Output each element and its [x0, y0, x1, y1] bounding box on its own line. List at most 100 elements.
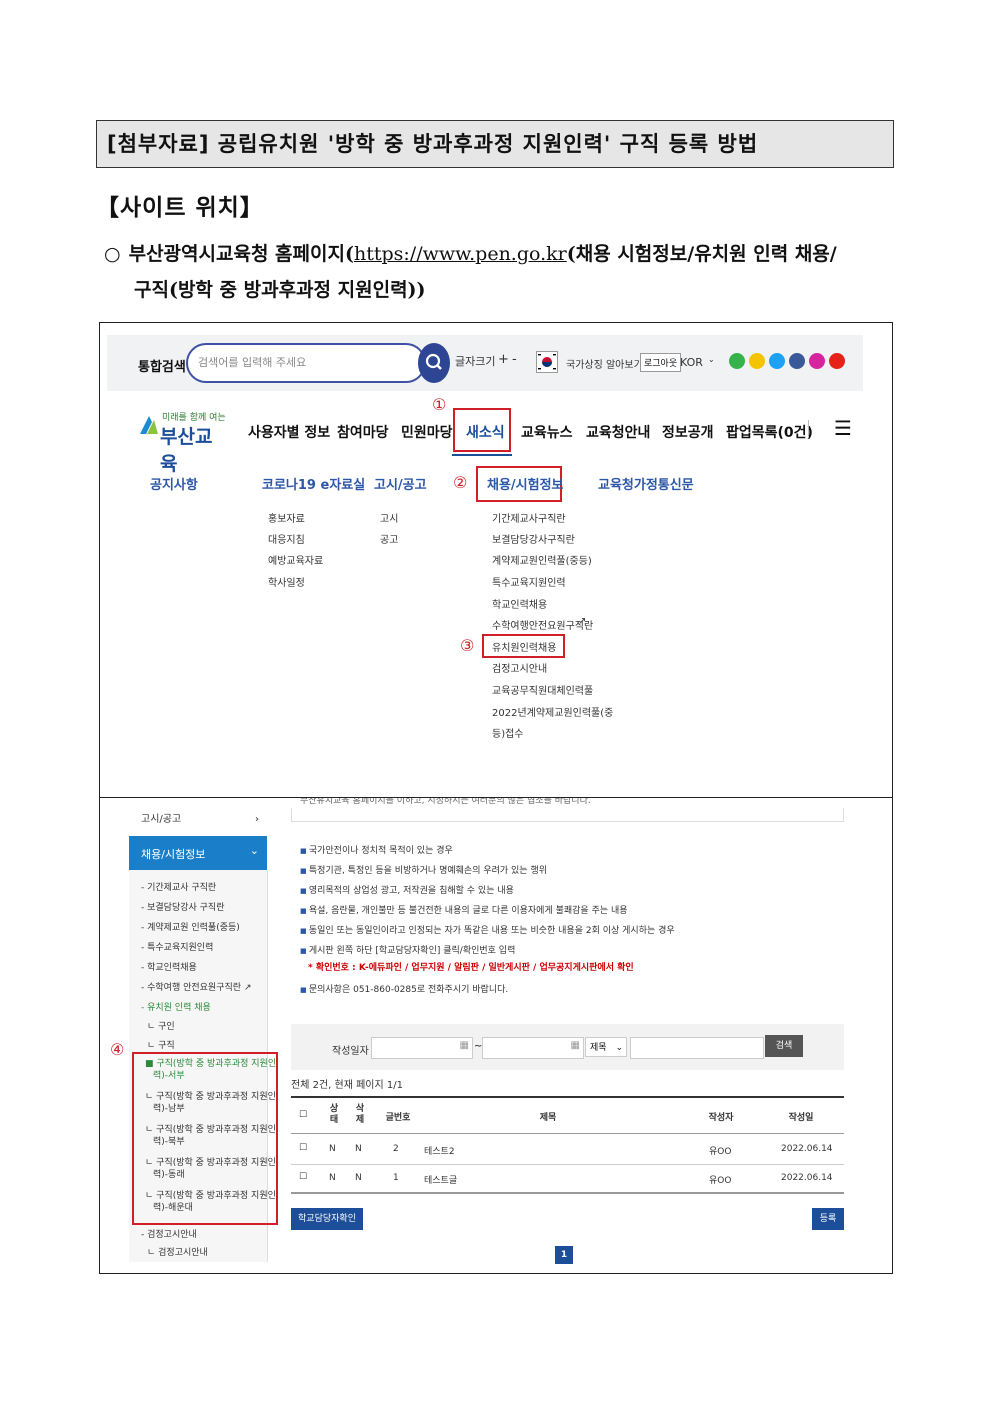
- row-checkbox[interactable]: ☐: [299, 1172, 307, 1182]
- lnav-announcement[interactable]: 고시/공고 ›: [129, 808, 267, 836]
- circle-marker: ○: [104, 243, 121, 265]
- lnav-sub-seek[interactable]: ㄴ 구직: [147, 1038, 175, 1051]
- language-select[interactable]: KOR: [680, 356, 703, 369]
- nav-participation[interactable]: 참여마당: [337, 422, 389, 442]
- nav-edu-news[interactable]: 교육뉴스: [521, 422, 573, 442]
- para-line-2: 구직(방학 중 방과후과정 지원인력)): [134, 279, 426, 301]
- lnav-item[interactable]: - 기간제교사 구직란: [141, 880, 216, 893]
- start-date-input[interactable]: ▦: [371, 1037, 473, 1059]
- corona-item[interactable]: 대응지침: [268, 531, 305, 546]
- corona-item[interactable]: 예방교육자료: [268, 552, 323, 567]
- row-title[interactable]: 테스트2: [424, 1144, 455, 1157]
- search-icon: [425, 353, 442, 370]
- nav-office-guide[interactable]: 교육청안내: [586, 422, 650, 442]
- select-all-checkbox[interactable]: ☐: [299, 1110, 307, 1120]
- submenu-recruit[interactable]: 채용/시험정보: [487, 474, 564, 493]
- submenu-newsletter[interactable]: 교육청가정통신문: [598, 474, 694, 493]
- row-writer: 유OO: [709, 1176, 732, 1186]
- highlight-news-box: [453, 408, 511, 452]
- chevron-down-icon: ⌄: [249, 844, 259, 857]
- rule-bullet: 동일인 또는 동일인이라고 인정되는 자가 똑같은 내용 또는 비슷한 내용을 …: [300, 923, 675, 936]
- row-number: 2: [393, 1144, 399, 1154]
- lnav-exam-sub[interactable]: ㄴ 검정고시안내: [147, 1245, 208, 1258]
- corona-item[interactable]: 홍보자료: [268, 510, 305, 525]
- notice-item[interactable]: 공고: [380, 531, 398, 546]
- menu-icon[interactable]: ☰: [834, 416, 852, 440]
- submenu-announcement[interactable]: 고시/공고: [374, 474, 427, 493]
- lnav-job-north[interactable]: ㄴ 구직(방학 중 방과후과정 지원인 력)-북부: [145, 1124, 276, 1148]
- table-row[interactable]: ☐ N N 2 테스트2 유OO 2022.06.14: [291, 1134, 844, 1165]
- nav-civil[interactable]: 민원마당: [401, 422, 453, 442]
- external-link-icon: ↗: [578, 616, 587, 627]
- lnav-item[interactable]: - 보결담당강사 구직란: [141, 900, 225, 913]
- calendar-icon[interactable]: ▦: [460, 1040, 469, 1051]
- rule-bullet: 영리목적의 상업성 광고, 저작권을 침해할 수 있는 내용: [300, 883, 514, 896]
- recruit-item[interactable]: 학교인력채용: [492, 596, 547, 611]
- kakao-icon[interactable]: [749, 353, 765, 369]
- recruit-item[interactable]: 특수교육지원인력: [492, 574, 566, 589]
- search-type-select[interactable]: 제목 ⌄: [585, 1037, 627, 1057]
- submenu-notice[interactable]: 공지사항: [150, 474, 198, 493]
- calendar-icon[interactable]: ▦: [571, 1040, 580, 1051]
- step-2-marker: ②: [453, 473, 468, 492]
- twitter-icon[interactable]: [769, 353, 785, 369]
- chevron-down-icon: ⌄: [615, 1043, 623, 1053]
- lnav-exam[interactable]: - 검정고시안내: [141, 1227, 197, 1240]
- lnav-item[interactable]: - 수학여행 안전요원구직란 ↗: [141, 980, 251, 993]
- lnav-job-dongrae[interactable]: ㄴ 구직(방학 중 방과후과정 지원인 력)-동래: [145, 1157, 276, 1181]
- recruit-item[interactable]: 교육공무직원대체인력풀: [492, 682, 593, 697]
- nav-popup-list[interactable]: 팝업목록(0건): [726, 422, 813, 442]
- end-date-input[interactable]: ▦: [482, 1037, 584, 1059]
- search-button[interactable]: [418, 343, 450, 383]
- row-title[interactable]: 테스트글: [424, 1173, 457, 1186]
- busan-education-logo[interactable]: 미래를 함께 여는 부산교육: [138, 410, 228, 475]
- site-link[interactable]: https://www.pen.go.kr: [354, 243, 567, 265]
- youtube-icon[interactable]: [829, 353, 845, 369]
- search-input[interactable]: 검색어를 입력해 주세요: [186, 343, 426, 383]
- recruit-item[interactable]: 검정고시안내: [492, 660, 547, 675]
- lnav-recruit-active[interactable]: 채용/시험정보 ⌄: [129, 836, 267, 870]
- search-submit-button[interactable]: 검색: [765, 1035, 803, 1057]
- corona-item[interactable]: 학사일정: [268, 574, 305, 589]
- rule-bullet: 욕설, 음란물, 개인불만 등 불건전한 내용의 글로 다른 이용자에게 불쾌감…: [300, 903, 628, 916]
- lnav-sub-hire[interactable]: ㄴ 구인: [147, 1019, 175, 1032]
- font-minus-button[interactable]: -: [512, 352, 517, 367]
- row-checkbox[interactable]: ☐: [299, 1143, 307, 1153]
- font-plus-button[interactable]: +: [498, 352, 509, 367]
- para-line-1: ○ 부산광역시교육청 홈페이지(https://www.pen.go.kr(채용 …: [104, 236, 904, 272]
- intro-paragraph: ○ 부산광역시교육청 홈페이지(https://www.pen.go.kr(채용 …: [104, 236, 904, 308]
- facebook-icon[interactable]: [789, 353, 805, 369]
- recruit-item[interactable]: 보결담당강사구직란: [492, 531, 575, 546]
- document-title: [첨부자료] 공립유치원 '방학 중 방과후과정 지원인력' 구직 등록 방법: [96, 120, 894, 168]
- register-button[interactable]: 등록: [812, 1208, 844, 1230]
- lnav-job-haeundae[interactable]: ㄴ 구직(방학 중 방과후과정 지원인 력)-해운대: [145, 1190, 276, 1214]
- recruit-item[interactable]: 기간제교사구직란: [492, 510, 566, 525]
- lnav-kindergarten[interactable]: - 유치원 인력 채용: [141, 1000, 211, 1013]
- nav-disclosure[interactable]: 정보공개: [662, 422, 714, 442]
- active-nav-underline: [452, 454, 512, 456]
- school-manager-confirm-button[interactable]: 학교담당자확인: [291, 1208, 363, 1230]
- recruit-item[interactable]: 계약제교원인력풀(중등): [492, 552, 592, 567]
- instagram-icon[interactable]: [809, 353, 825, 369]
- col-status: 상 태: [329, 1104, 339, 1125]
- recruit-item-kindergarten[interactable]: 유치원인력채용: [492, 639, 556, 654]
- lnav-job-west[interactable]: ■ 구직(방학 중 방과후과정 지원인 력)-서부: [145, 1058, 276, 1082]
- nav-user-info[interactable]: 사용자별 정보: [248, 422, 330, 442]
- recruit-item[interactable]: 2022년계약제교원인력풀(중: [492, 704, 613, 719]
- confirm-number-note: * 확인번호 : K-에듀파인 / 업무지원 / 알림판 / 일반게시판 / 업…: [308, 963, 634, 973]
- national-symbol-link[interactable]: 국가상징 알아보기: [566, 356, 643, 371]
- lnav-item[interactable]: - 학교인력채용: [141, 960, 197, 973]
- lnav-job-south[interactable]: ㄴ 구직(방학 중 방과후과정 지원인 력)-남부: [145, 1091, 276, 1115]
- col-writer: 작성자: [708, 1113, 734, 1123]
- lnav-item[interactable]: - 계약제교원 인력풀(중등): [141, 920, 240, 933]
- lnav-item[interactable]: - 특수교육지원인력: [141, 940, 213, 953]
- row-number: 1: [393, 1173, 399, 1183]
- submenu-corona[interactable]: 코로나19 e자료실: [262, 474, 365, 493]
- section-heading: 【사이트 위치】: [96, 195, 264, 221]
- table-row[interactable]: ☐ N N 1 테스트글 유OO 2022.06.14: [291, 1164, 844, 1194]
- page-1-button[interactable]: 1: [555, 1246, 573, 1264]
- keyword-input[interactable]: [630, 1037, 764, 1059]
- notice-item[interactable]: 고시: [380, 510, 398, 525]
- talk-icon[interactable]: [729, 353, 745, 369]
- logout-button[interactable]: 로그아웃: [640, 353, 682, 372]
